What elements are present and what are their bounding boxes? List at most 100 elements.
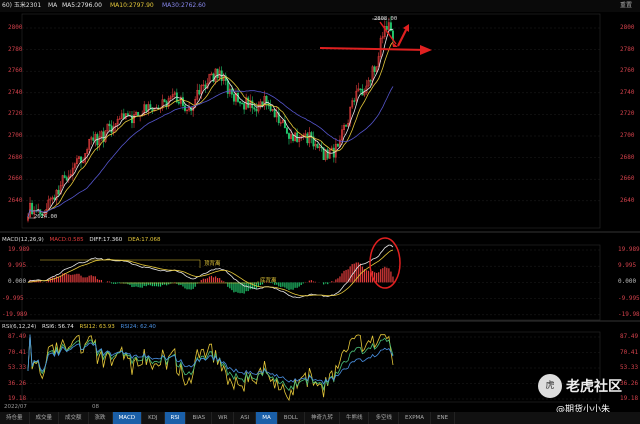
price-tick-left: 2680: [8, 153, 23, 161]
tab-kdj[interactable]: KDJ: [142, 412, 165, 424]
tab-item-2[interactable]: 成交额: [59, 412, 89, 424]
tab-boll[interactable]: BOLL: [278, 412, 305, 424]
candlestick: [31, 200, 34, 216]
candlestick: [137, 111, 140, 117]
candlestick: [120, 109, 123, 120]
rsi-tick-left: 70.41: [8, 348, 27, 356]
price-tick-right: 2680: [620, 153, 635, 161]
price-tick-right: 2800: [620, 24, 635, 31]
tab-item-0[interactable]: 持仓量: [0, 412, 30, 424]
candlestick: [131, 111, 133, 129]
candlestick: [391, 28, 394, 45]
tab-asi[interactable]: ASI: [234, 412, 257, 424]
candlestick: [90, 136, 93, 145]
candlestick: [336, 143, 339, 148]
red-arrow-up: [397, 29, 407, 47]
price-tick-right: 2720: [620, 110, 635, 118]
rsi-tick-right: 36.26: [620, 379, 639, 387]
moving-average-lines: [27, 28, 394, 218]
candlestick: [75, 155, 78, 168]
x-axis-label-aug: 08: [92, 404, 99, 410]
candlestick: [332, 144, 335, 163]
rsi-tick-left: 36.26: [8, 379, 27, 387]
tab-rsi[interactable]: RSI: [164, 412, 187, 424]
candlestick: [29, 196, 32, 218]
candlestick: [114, 123, 117, 132]
diff-line: [27, 244, 394, 299]
candlestick: [116, 116, 119, 131]
divergence-marker: [40, 259, 201, 268]
candlestick: [63, 171, 66, 179]
rsi-tick-left: 53.33: [8, 364, 27, 371]
ma30-line: [27, 86, 394, 218]
tab-item-14[interactable]: 多空线: [369, 412, 399, 424]
watermark-text: 老虎社区: [566, 379, 622, 395]
candlestick: [118, 115, 121, 120]
rsi-tick-right: 87.49: [620, 333, 639, 340]
tab-item-3[interactable]: 涨跌: [89, 412, 113, 424]
candlestick: [353, 97, 356, 106]
candlestick: [94, 131, 97, 147]
candlestick: [247, 95, 250, 109]
tab-expma[interactable]: EXPMA: [399, 412, 432, 424]
candlestick: [249, 94, 252, 112]
red-arrow-horizontal: [319, 47, 429, 51]
price-tick-left: 2660: [8, 175, 23, 183]
rsi24-value: RSI24: 62.40: [120, 324, 156, 330]
macd-tick-left: 19.989: [8, 246, 30, 253]
rsi6-value: RSI6: 56.74: [41, 324, 74, 330]
candlestick: [35, 204, 38, 213]
rsi-tick-right: 19.18: [620, 395, 639, 402]
candlestick: [285, 127, 288, 135]
candlestick: [235, 88, 237, 106]
rsi-tick-left: 19.18: [8, 395, 27, 402]
candlestick: [271, 109, 274, 112]
candlestick: [196, 83, 199, 102]
candlestick: [357, 82, 360, 92]
tab-item-13[interactable]: 牛熊线: [340, 412, 370, 424]
candlestick: [275, 106, 278, 123]
price-tick-right: 2660: [620, 175, 635, 183]
candlestick: [306, 132, 309, 146]
candlestick: [204, 80, 207, 94]
candlestick: [92, 131, 95, 144]
candlestick: [67, 170, 70, 183]
arrow-head-icon: [420, 45, 432, 55]
tab-bias[interactable]: BIAS: [186, 412, 213, 424]
rsi12-value: RSI12: 63.93: [79, 324, 115, 330]
macd-tick-left: -9.995: [2, 294, 24, 302]
candlestick: [108, 120, 111, 132]
macd-lines: [27, 244, 394, 299]
candlestick: [106, 123, 109, 134]
candlestick: [328, 148, 331, 159]
candlestick: [161, 94, 164, 111]
price-tick-right: 2700: [620, 132, 635, 139]
candlestick: [228, 83, 231, 97]
candlestick: [198, 84, 201, 96]
candlestick: [355, 84, 358, 103]
tab-macd[interactable]: MACD: [112, 412, 143, 424]
tab-ma[interactable]: MA: [256, 412, 278, 424]
candlestick: [343, 123, 345, 136]
candlestick: [49, 196, 52, 207]
tab-item-12[interactable]: 神奇九转: [305, 412, 340, 424]
macd-diff: DIFF:17.360: [89, 237, 123, 243]
price-tick-left: 2640: [8, 196, 23, 204]
tab-item-1[interactable]: 成交量: [30, 412, 60, 424]
candlestick: [186, 108, 188, 115]
candlestick: [224, 72, 227, 86]
macd-dea: DEA:17.068: [127, 237, 161, 243]
rsi6-line: [27, 334, 394, 402]
candlestick: [251, 96, 254, 114]
candlestick: [279, 118, 282, 127]
chart-canvas[interactable]: [0, 0, 640, 424]
tab-wr[interactable]: WR: [212, 412, 235, 424]
rsi-tick-right: 70.41: [620, 348, 639, 356]
candlestick: [100, 130, 103, 142]
candlestick: [65, 175, 68, 182]
price-tick-right: 2640: [620, 196, 635, 204]
candlestick: [171, 88, 174, 101]
candlestick: [135, 110, 138, 116]
tab-ene[interactable]: ENE: [431, 412, 456, 424]
price-tick-left: 2720: [8, 110, 23, 118]
